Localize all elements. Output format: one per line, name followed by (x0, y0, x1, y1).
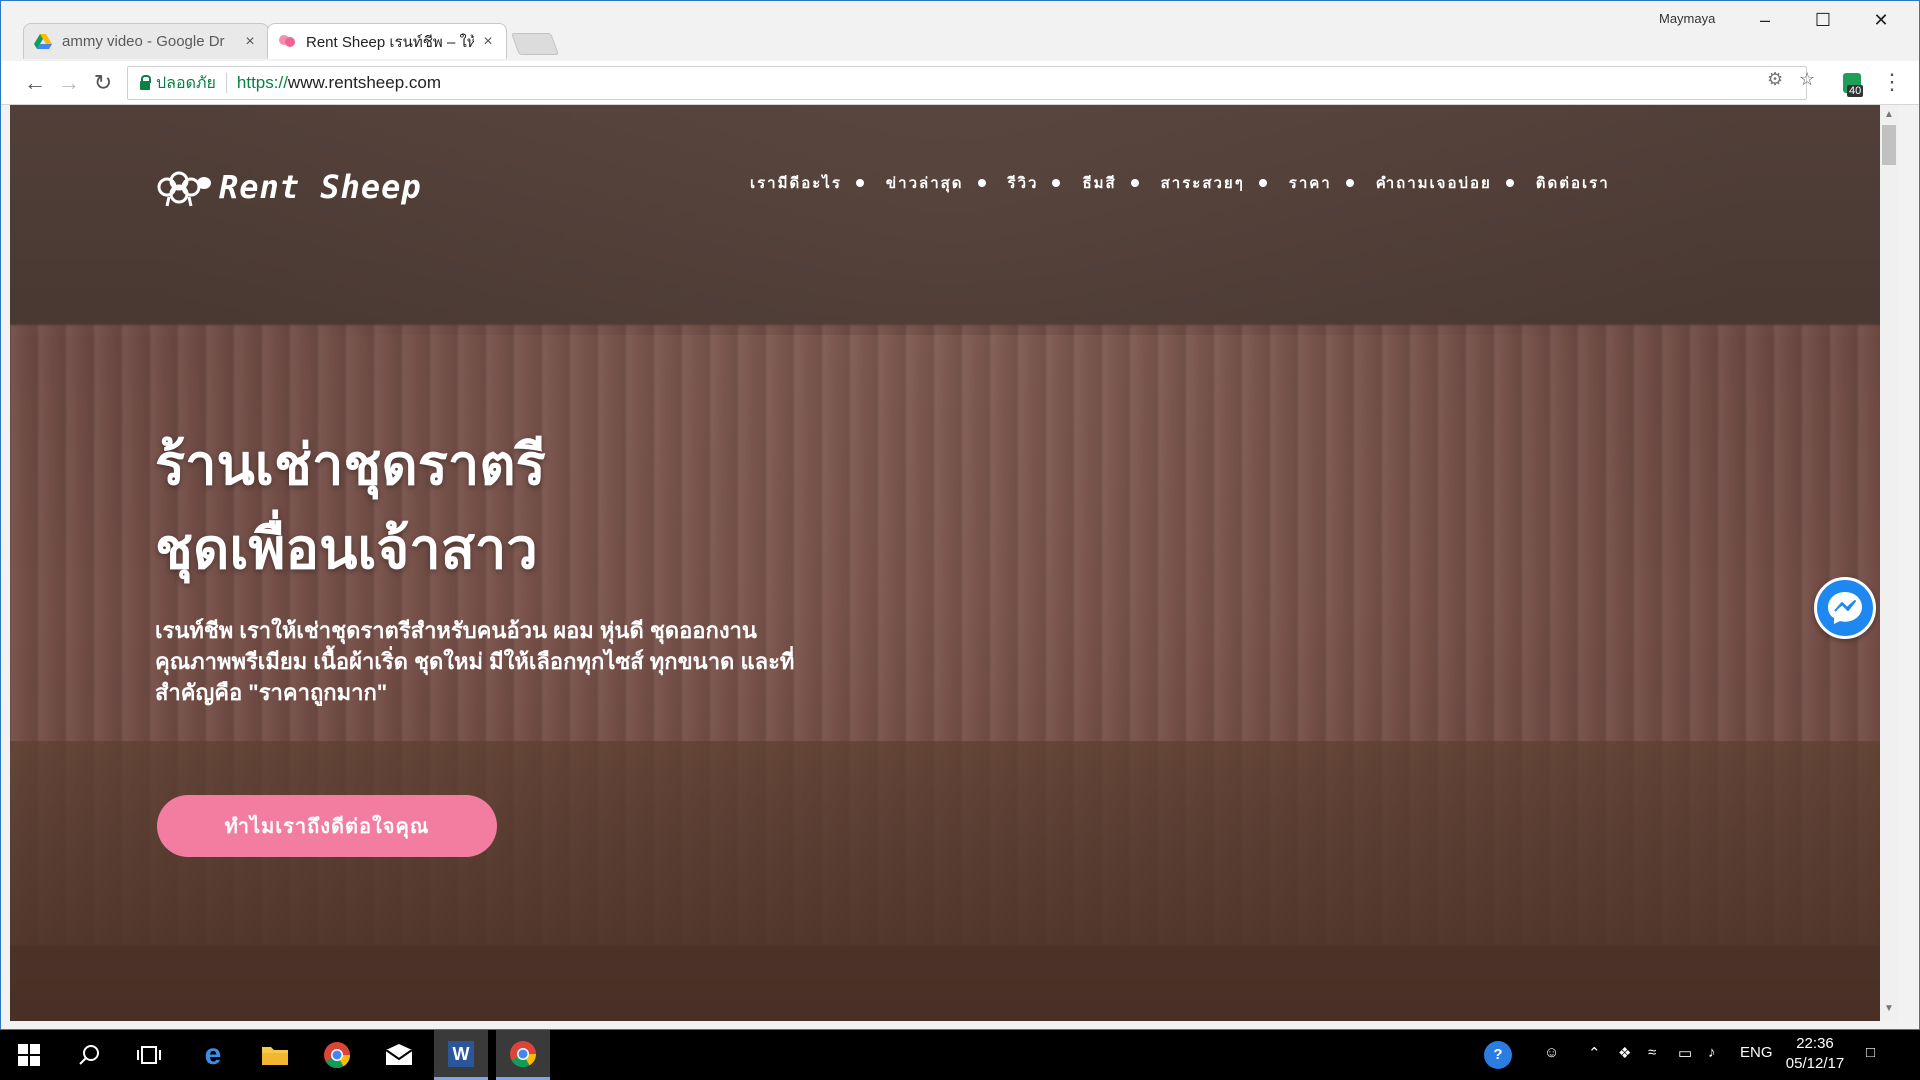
nav-item-beauty-articles[interactable]: สาระสวยๆ (1161, 171, 1289, 195)
tab-title: ammy video - Google Dr (62, 33, 225, 50)
chrome-taskbar-button[interactable] (310, 1030, 364, 1080)
tab-title: Rent Sheep เรนท์ชีพ – ให้เ (306, 33, 474, 51)
task-view-button[interactable] (122, 1030, 176, 1080)
tab-strip: ammy video - Google Dr × Rent Sheep เรนท… (1, 1, 1919, 61)
scroll-thumb[interactable] (1882, 125, 1896, 165)
nav-dot (1345, 179, 1354, 187)
help-icon[interactable]: ? (1484, 1041, 1512, 1069)
chrome-icon (324, 1042, 351, 1069)
nav-dot (1505, 179, 1514, 187)
wifi-icon[interactable]: ≈ (1648, 1044, 1656, 1061)
hero-description: เรนท์ชีพ เราให้เช่าชุดราตรีสำหรับคนอ้วน … (155, 618, 795, 705)
word-icon: W (448, 1040, 474, 1067)
start-button[interactable] (2, 1030, 56, 1080)
nav-dot (1258, 179, 1267, 187)
nav-label: เรามีดีอะไร (750, 175, 842, 192)
nav-label: ติดต่อเรา (1535, 175, 1610, 192)
secure-label[interactable]: ปลอดภัย (156, 71, 216, 96)
nav-label: คำถามเจอบ่อย (1375, 175, 1492, 192)
forward-icon[interactable]: → (55, 69, 83, 97)
clock-date: 05/12/17 (1785, 1055, 1845, 1072)
nav-dot (855, 179, 864, 187)
nav-item-reviews[interactable]: รีวิว (1008, 171, 1083, 195)
tab-rent-sheep[interactable]: Rent Sheep เรนท์ชีพ – ให้เ × (267, 23, 507, 59)
web-page: Rent Sheep เรามีดีอะไร ข่าวล่าสุด รีวิว … (10, 105, 1890, 1021)
mail-icon (385, 1044, 413, 1065)
page-scrollbar[interactable]: ▲ ▼ (1880, 105, 1898, 1021)
google-drive-icon (34, 33, 52, 49)
hero-title: ร้านเช่าชุดราตรี ชุดเพื่อนเจ้าสาว (155, 423, 546, 591)
language-indicator[interactable]: ENG (1740, 1044, 1773, 1061)
close-tab-icon[interactable]: × (242, 33, 258, 51)
why-us-button[interactable]: ทำไมเราถึงดีต่อใจคุณ (157, 795, 497, 857)
url-scheme: https:// (236, 73, 288, 92)
close-window-icon[interactable]: ✕ (1853, 5, 1909, 35)
divider (225, 73, 227, 93)
nav-item-contact[interactable]: ติดต่อเรา (1536, 171, 1610, 195)
nav-item-faq[interactable]: คำถามเจอบ่อย (1376, 171, 1536, 195)
search-icon (79, 1045, 99, 1065)
nav-item-color-themes[interactable]: ธีมสี (1082, 171, 1160, 195)
windows-logo-icon (18, 1044, 40, 1066)
browser-toolbar: ← → ↻ ปลอดภัย https:// www.rentsheep.com… (1, 61, 1919, 105)
messenger-chat-button[interactable] (1814, 577, 1876, 639)
hero-title-line-1: ร้านเช่าชุดราตรี (155, 433, 546, 496)
site-navigation: เรามีดีอะไร ข่าวล่าสุด รีวิว ธีมสี สาระส… (750, 171, 1610, 195)
notifications-icon[interactable]: □ (1866, 1044, 1875, 1061)
clock-time: 22:36 (1796, 1035, 1834, 1052)
nav-label: ราคา (1288, 175, 1332, 192)
site-logo[interactable]: Rent Sheep (155, 167, 422, 207)
menu-icon[interactable]: ⋮ (1881, 69, 1903, 95)
new-tab-button[interactable] (510, 33, 560, 55)
nav-label: สาระสวยๆ (1160, 175, 1245, 192)
maximize-icon[interactable]: ☐ (1795, 5, 1851, 35)
url-host: www.rentsheep.com (287, 73, 441, 92)
back-icon[interactable]: ← (21, 69, 49, 97)
logo-text: Rent Sheep (219, 168, 422, 206)
nav-item-news[interactable]: ข่าวล่าสุด (886, 171, 1008, 195)
sheep-logo-icon (157, 171, 211, 207)
edge-taskbar-button[interactable]: e (186, 1030, 240, 1080)
bookmark-star-icon[interactable]: ☆ (1799, 69, 1815, 90)
nav-dot (1130, 179, 1139, 187)
rent-sheep-favicon-icon (279, 34, 295, 47)
tray-expand-icon[interactable]: ⌃ (1588, 1044, 1601, 1062)
scroll-up-icon[interactable]: ▲ (1884, 109, 1894, 120)
system-clock[interactable]: 22:36 05/12/17 (1780, 1034, 1850, 1074)
dropbox-icon[interactable]: ❖ (1618, 1044, 1631, 1062)
word-taskbar-button[interactable]: W (434, 1030, 488, 1080)
minimize-icon[interactable]: – (1737, 5, 1793, 35)
edge-icon: e (204, 1038, 222, 1071)
task-view-icon (137, 1046, 161, 1064)
address-bar[interactable]: ปลอดภัย https:// www.rentsheep.com (127, 66, 1807, 100)
windows-taskbar: e W ? ☺ ⌃ ❖ ≈ ▭ ♪ ENG 22:36 05/12/17 □ (0, 1030, 1920, 1080)
profile-name[interactable]: Maymaya (1659, 11, 1715, 26)
extension-badge: 40 (1847, 85, 1864, 97)
nav-item-pricing[interactable]: ราคา (1289, 171, 1376, 195)
nav-label: ธีมสี (1082, 175, 1117, 192)
chrome-icon (510, 1040, 537, 1067)
nav-dot (977, 179, 986, 187)
nav-dot (1052, 179, 1061, 187)
nav-label: รีวิว (1007, 175, 1039, 192)
lock-icon (140, 74, 151, 90)
tab-google-drive[interactable]: ammy video - Google Dr × (23, 23, 269, 59)
translate-icon[interactable]: ⚙ (1767, 69, 1783, 90)
nav-item-highlights[interactable]: เรามีดีอะไร (750, 171, 886, 195)
folder-icon (262, 1047, 288, 1065)
scroll-down-icon[interactable]: ▼ (1884, 1003, 1894, 1014)
volume-icon[interactable]: ♪ (1708, 1044, 1716, 1061)
search-button[interactable] (62, 1030, 116, 1080)
messenger-icon (1828, 592, 1862, 624)
people-icon[interactable]: ☺ (1544, 1044, 1559, 1061)
chrome-active-taskbar-button[interactable] (496, 1030, 550, 1080)
reload-icon[interactable]: ↻ (89, 69, 117, 97)
close-tab-icon[interactable]: × (480, 33, 496, 51)
mail-taskbar-button[interactable] (372, 1030, 426, 1080)
hero-title-line-2: ชุดเพื่อนเจ้าสาว (155, 517, 538, 580)
nav-label: ข่าวล่าสุด (885, 175, 964, 192)
battery-icon[interactable]: ▭ (1678, 1044, 1692, 1062)
file-explorer-taskbar-button[interactable] (248, 1030, 302, 1080)
